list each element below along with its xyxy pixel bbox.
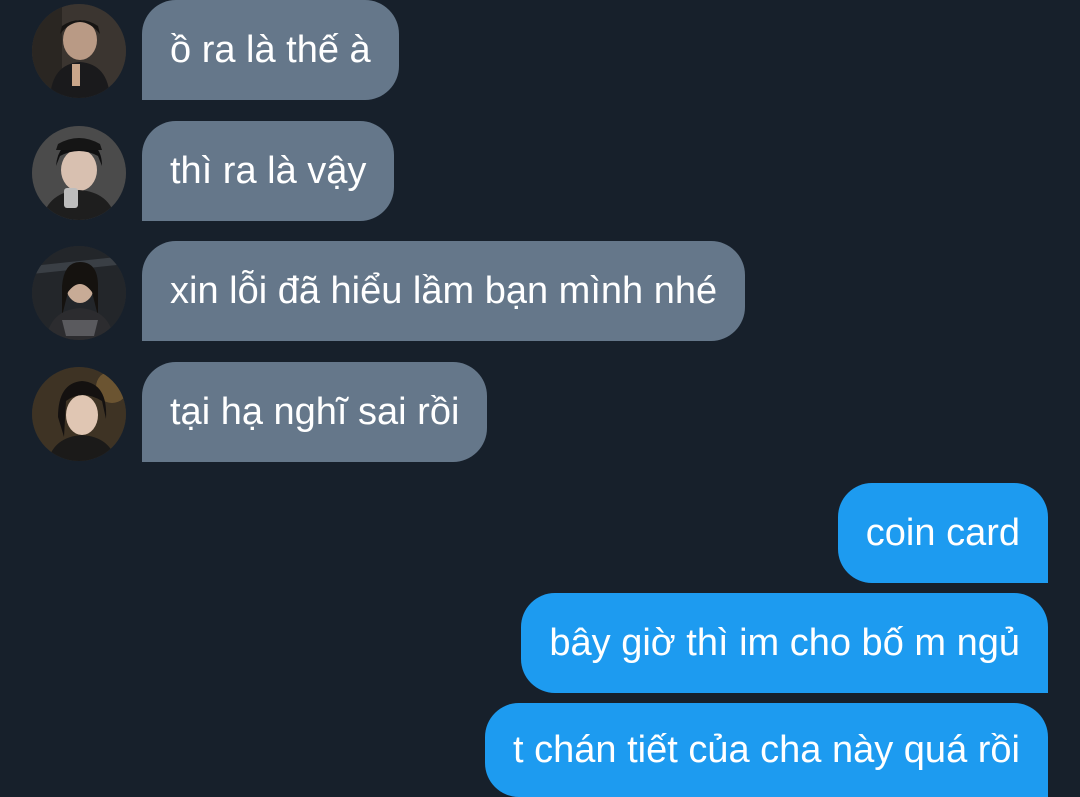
message-text: ồ ra là thế à — [170, 28, 371, 71]
avatar-photo-icon — [32, 4, 126, 98]
message-text: t chán tiết của cha này quá rồi — [513, 728, 1020, 771]
message-text: coin card — [865, 511, 1020, 554]
outgoing-message[interactable]: t chán tiết của cha này quá rồi — [485, 703, 1048, 797]
incoming-message[interactable]: thì ra là vậy — [142, 121, 395, 221]
outgoing-message[interactable]: bây giờ thì im cho bố m ngủ — [521, 593, 1048, 693]
incoming-message[interactable]: xin lỗi đã hiểu lầm bạn mình nhé — [142, 241, 746, 341]
message-text: xin lỗi đã hiểu lầm bạn mình nhé — [170, 269, 718, 312]
incoming-message[interactable]: tại hạ nghĩ sai rồi — [142, 362, 488, 462]
message-text: tại hạ nghĩ sai rồi — [170, 390, 460, 433]
avatar-photo-icon — [32, 126, 126, 220]
avatar[interactable] — [32, 246, 126, 340]
avatar[interactable] — [32, 4, 126, 98]
outgoing-message[interactable]: coin card — [837, 483, 1048, 583]
message-text: thì ra là vậy — [170, 149, 367, 192]
avatar-photo-icon — [32, 367, 126, 461]
avatar[interactable] — [32, 367, 126, 461]
avatar-photo-icon — [32, 246, 126, 340]
incoming-message[interactable]: ồ ra là thế à — [142, 0, 399, 100]
message-text: bây giờ thì im cho bố m ngủ — [549, 621, 1020, 664]
avatar[interactable] — [32, 126, 126, 220]
